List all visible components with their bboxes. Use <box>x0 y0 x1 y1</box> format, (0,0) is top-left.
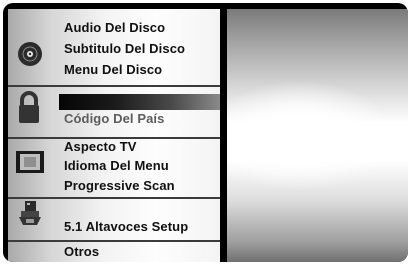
selected-item-highlight[interactable] <box>59 94 220 110</box>
lock-icon <box>16 91 42 130</box>
divider <box>8 240 220 242</box>
menu-item-subtitulo-del-disco[interactable]: Subtitulo Del Disco <box>64 41 185 56</box>
speaker-icon <box>17 201 43 234</box>
disc-icon <box>17 41 43 72</box>
menu-item-menu-del-disco[interactable]: Menu Del Disco <box>64 62 162 77</box>
menu-item-progressive-scan[interactable]: Progressive Scan <box>64 178 175 193</box>
menu-item-otros[interactable]: Otros <box>64 244 99 259</box>
menu-item-audio-del-disco[interactable]: Audio Del Disco <box>64 20 165 35</box>
divider <box>8 197 220 199</box>
divider <box>8 85 220 87</box>
preview-area <box>227 9 408 262</box>
menu-item-aspecto-tv[interactable]: Aspecto TV <box>64 139 137 154</box>
menu-item-idioma-del-menu[interactable]: Idioma Del Menu <box>64 158 169 173</box>
menu-item-codigo-del-pais[interactable]: Código Del País <box>64 111 164 126</box>
menu-item-altavoces-setup[interactable]: 5.1 Altavoces Setup <box>64 219 188 234</box>
screen: Audio Del Disco Subtitulo Del Disco Menu… <box>0 0 411 265</box>
tv-icon <box>15 150 45 181</box>
osd-frame: Audio Del Disco Subtitulo Del Disco Menu… <box>3 3 408 262</box>
